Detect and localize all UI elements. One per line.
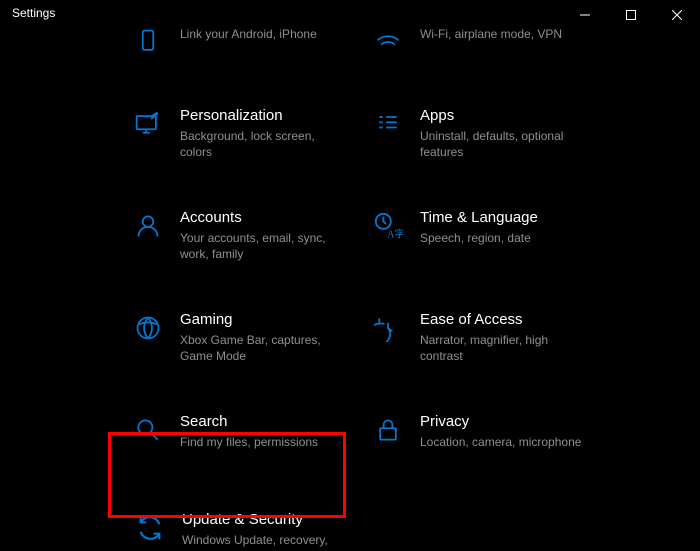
category-desc: Background, lock screen, colors (180, 128, 350, 160)
category-title: Search (180, 412, 356, 432)
category-desc: Link your Android, iPhone (180, 26, 350, 42)
category-desc: Your accounts, email, sync, work, family (180, 230, 350, 262)
apps-icon (372, 108, 404, 140)
category-ease-of-access[interactable]: Ease of Access Narrator, magnifier, high… (368, 304, 608, 370)
category-time-language[interactable]: A字 Time & Language Speech, region, date (368, 202, 608, 268)
accounts-icon (132, 210, 164, 242)
settings-grid: Link your Android, iPhone Wi-Fi, airplan… (128, 18, 700, 551)
category-apps[interactable]: Apps Uninstall, defaults, optional featu… (368, 100, 608, 166)
ease-of-access-icon (372, 312, 404, 344)
category-title: Personalization (180, 106, 356, 126)
category-title: Time & Language (420, 208, 596, 228)
phone-icon (132, 26, 164, 58)
category-desc: Speech, region, date (420, 230, 590, 246)
personalization-icon (132, 108, 164, 140)
category-network[interactable]: Wi-Fi, airplane mode, VPN (368, 18, 608, 64)
category-title: Apps (420, 106, 596, 126)
category-gaming[interactable]: Gaming Xbox Game Bar, captures, Game Mod… (128, 304, 368, 370)
category-title: Privacy (420, 412, 596, 432)
category-search[interactable]: Search Find my files, permissions (128, 406, 368, 456)
category-desc: Narrator, magnifier, high contrast (420, 332, 590, 364)
category-title: Update & Security (182, 510, 354, 530)
category-desc: Xbox Game Bar, captures, Game Mode (180, 332, 350, 364)
category-desc: Windows Update, recovery, backup (182, 532, 352, 551)
category-phone[interactable]: Link your Android, iPhone (128, 18, 368, 64)
category-title: Accounts (180, 208, 356, 228)
category-desc: Find my files, permissions (180, 434, 350, 450)
time-language-icon: A字 (372, 210, 404, 242)
category-desc: Location, camera, microphone (420, 434, 590, 450)
category-update-security[interactable]: Update & Security Windows Update, recove… (128, 492, 368, 551)
gaming-icon (132, 312, 164, 344)
category-privacy[interactable]: Privacy Location, camera, microphone (368, 406, 608, 456)
category-title: Ease of Access (420, 310, 596, 330)
svg-text:A字: A字 (387, 227, 403, 240)
category-title: Gaming (180, 310, 356, 330)
category-desc: Wi-Fi, airplane mode, VPN (420, 26, 590, 42)
search-icon (132, 414, 164, 446)
privacy-icon (372, 414, 404, 446)
category-personalization[interactable]: Personalization Background, lock screen,… (128, 100, 368, 166)
category-accounts[interactable]: Accounts Your accounts, email, sync, wor… (128, 202, 368, 268)
category-desc: Uninstall, defaults, optional features (420, 128, 590, 160)
network-icon (372, 26, 404, 58)
update-security-icon (134, 512, 166, 544)
